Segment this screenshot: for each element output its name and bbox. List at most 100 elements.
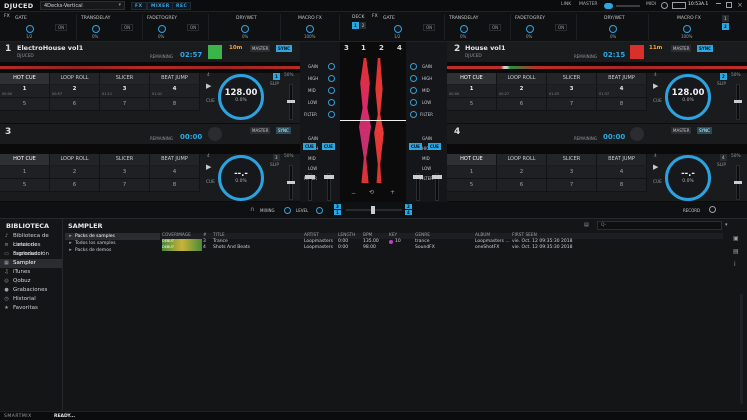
sidebar-item-explorer[interactable]: ▭ Explorador: [0, 250, 62, 259]
hot-cue-pad[interactable]: 3 01:03: [547, 85, 597, 98]
fx-drywet-knob[interactable]: [609, 25, 617, 33]
fx-knob[interactable]: [92, 25, 100, 33]
hot-cue-pad[interactable]: 4 01:41: [150, 85, 200, 98]
gain-knob-deck1[interactable]: [328, 63, 335, 70]
master-button[interactable]: MASTER: [250, 45, 271, 52]
deck-assign-2[interactable]: 2: [722, 23, 729, 30]
filter-knob-deck2[interactable]: [410, 111, 417, 118]
pitch-range[interactable]: 50%: [284, 73, 294, 78]
tab-hot-cue[interactable]: HOT CUE: [447, 73, 497, 84]
master-button[interactable]: MASTER: [671, 45, 692, 52]
pitch-fader[interactable]: [734, 84, 742, 120]
fx-knob[interactable]: [460, 25, 468, 33]
hot-cue-pad[interactable]: 7: [547, 98, 597, 111]
hot-cue-pad[interactable]: 6: [50, 98, 100, 111]
master-toggle[interactable]: [604, 3, 613, 9]
hot-cue-pad[interactable]: 4: [597, 166, 647, 179]
folder-all-samples[interactable]: ▸ Todos los samples: [65, 240, 160, 247]
pitch-fader[interactable]: [734, 165, 742, 200]
play-icon[interactable]: ▶: [206, 82, 211, 90]
list-view-icon[interactable]: ▤: [584, 222, 592, 229]
play-icon[interactable]: ▶: [653, 82, 658, 90]
crossfader-cap[interactable]: [371, 206, 375, 214]
pitch-range[interactable]: 50%: [731, 154, 741, 159]
hot-cue-pad[interactable]: 1: [0, 166, 50, 179]
waveform-deck-1[interactable]: [0, 62, 300, 73]
hot-cue-pad[interactable]: 2: [50, 166, 100, 179]
sidebar-item-playlists[interactable]: ≡ Listas de reproducción: [0, 241, 62, 257]
column-header-length[interactable]: LENGTH: [338, 233, 355, 238]
deck-assign-1[interactable]: 1: [352, 22, 359, 29]
xfader-assign-1[interactable]: 1: [334, 210, 341, 215]
fx-on-button[interactable]: ON: [423, 24, 436, 31]
tab-loop-roll[interactable]: LOOP ROLL: [497, 73, 547, 84]
xfader-assign-3[interactable]: 3: [334, 204, 341, 209]
hot-cue-pad[interactable]: 5: [0, 179, 50, 192]
hot-cue-pad[interactable]: 3: [547, 166, 597, 179]
sidebar-item-sampler[interactable]: ▦ Sampler: [0, 259, 62, 268]
tab-slicer[interactable]: SLICER: [100, 154, 150, 165]
play-icon[interactable]: ▶: [206, 163, 211, 171]
sidebar-item-favorites[interactable]: ★ Favoritas: [0, 304, 62, 313]
column-header-first-seen[interactable]: FIRST SEEN: [512, 233, 537, 238]
hot-cue-pad[interactable]: 4 01:37: [597, 85, 647, 98]
fader-cap[interactable]: [324, 175, 334, 179]
deck-assign-2[interactable]: 2: [359, 22, 367, 29]
cue-deck2-button[interactable]: CUE: [409, 143, 422, 150]
hot-cue-pad[interactable]: 6: [50, 179, 100, 192]
tab-loop-roll[interactable]: LOOP ROLL: [50, 154, 100, 165]
cover-view-icon[interactable]: ▣: [733, 235, 739, 242]
headphones-icon[interactable]: ∩: [250, 206, 254, 213]
zoom-out-icon[interactable]: −: [351, 190, 356, 197]
cue-button[interactable]: CUE: [653, 180, 662, 185]
cue-button[interactable]: CUE: [206, 99, 215, 104]
column-header-genre[interactable]: GENRE: [415, 233, 430, 238]
tab-beat-jump[interactable]: BEAT JUMP: [597, 73, 647, 84]
table-row[interactable]: DEBUT 4 Shots And Beats Loopmasters 0:00…: [161, 245, 723, 251]
rec-toggle-button[interactable]: REC: [172, 2, 192, 10]
hot-cue-pad[interactable]: 8: [597, 98, 647, 111]
cue-button[interactable]: CUE: [653, 99, 662, 104]
cue-deck1-button[interactable]: CUE: [322, 143, 335, 150]
zoom-in-icon[interactable]: +: [390, 189, 395, 196]
hot-cue-pad[interactable]: 8: [150, 179, 200, 192]
hot-cue-pad[interactable]: 2 00:27: [497, 85, 547, 98]
low-knob-deck2[interactable]: [410, 99, 417, 106]
hot-cue-pad[interactable]: 4: [150, 166, 200, 179]
fx-on-button[interactable]: ON: [555, 24, 568, 31]
cue-button[interactable]: CUE: [206, 180, 215, 185]
close-icon[interactable]: ×: [737, 1, 743, 9]
layout-select[interactable]: 4Decks-Vertical ▾: [40, 1, 125, 10]
link-button[interactable]: LINK: [561, 2, 571, 7]
high-knob-deck2[interactable]: [410, 75, 417, 82]
folder-demo-packs[interactable]: ▸ Packs de demos: [65, 247, 160, 254]
record-settings-icon[interactable]: [709, 206, 716, 213]
fader-cap[interactable]: [432, 175, 442, 179]
mixer-toggle-button[interactable]: MIXER: [147, 2, 174, 10]
hot-cue-pad[interactable]: 1 00:00: [447, 85, 497, 98]
hot-cue-pad[interactable]: 8: [150, 98, 200, 111]
fader-cap[interactable]: [413, 175, 423, 179]
hot-cue-pad[interactable]: 2: [497, 166, 547, 179]
low-knob-deck1[interactable]: [328, 99, 335, 106]
deck-assign-1[interactable]: 1: [722, 15, 729, 22]
sync-button[interactable]: SYNC: [697, 127, 712, 134]
hot-cue-pad[interactable]: 7: [100, 98, 150, 111]
waveform-deck-3[interactable]: [0, 144, 300, 154]
master-volume-slider[interactable]: [616, 5, 640, 7]
tab-slicer[interactable]: SLICER: [547, 154, 597, 165]
tab-slicer[interactable]: SLICER: [100, 73, 150, 84]
waveform-deck-2[interactable]: [447, 62, 747, 73]
fx-on-button[interactable]: ON: [187, 24, 200, 31]
column-header-artist[interactable]: ARTIST: [304, 233, 319, 238]
list-panel-icon[interactable]: ▤: [733, 248, 739, 255]
sync-button[interactable]: SYNC: [276, 45, 293, 52]
tab-hot-cue[interactable]: HOT CUE: [447, 154, 497, 165]
fx-knob[interactable]: [526, 25, 534, 33]
hot-cue-pad[interactable]: 2 00:57: [50, 85, 100, 98]
xfader-assign-4[interactable]: 4: [405, 210, 412, 215]
hot-cue-pad[interactable]: 1: [447, 166, 497, 179]
minimize-icon[interactable]: [716, 3, 721, 4]
fx-drywet-knob[interactable]: [241, 25, 249, 33]
slip-button[interactable]: SLIP: [270, 163, 279, 168]
